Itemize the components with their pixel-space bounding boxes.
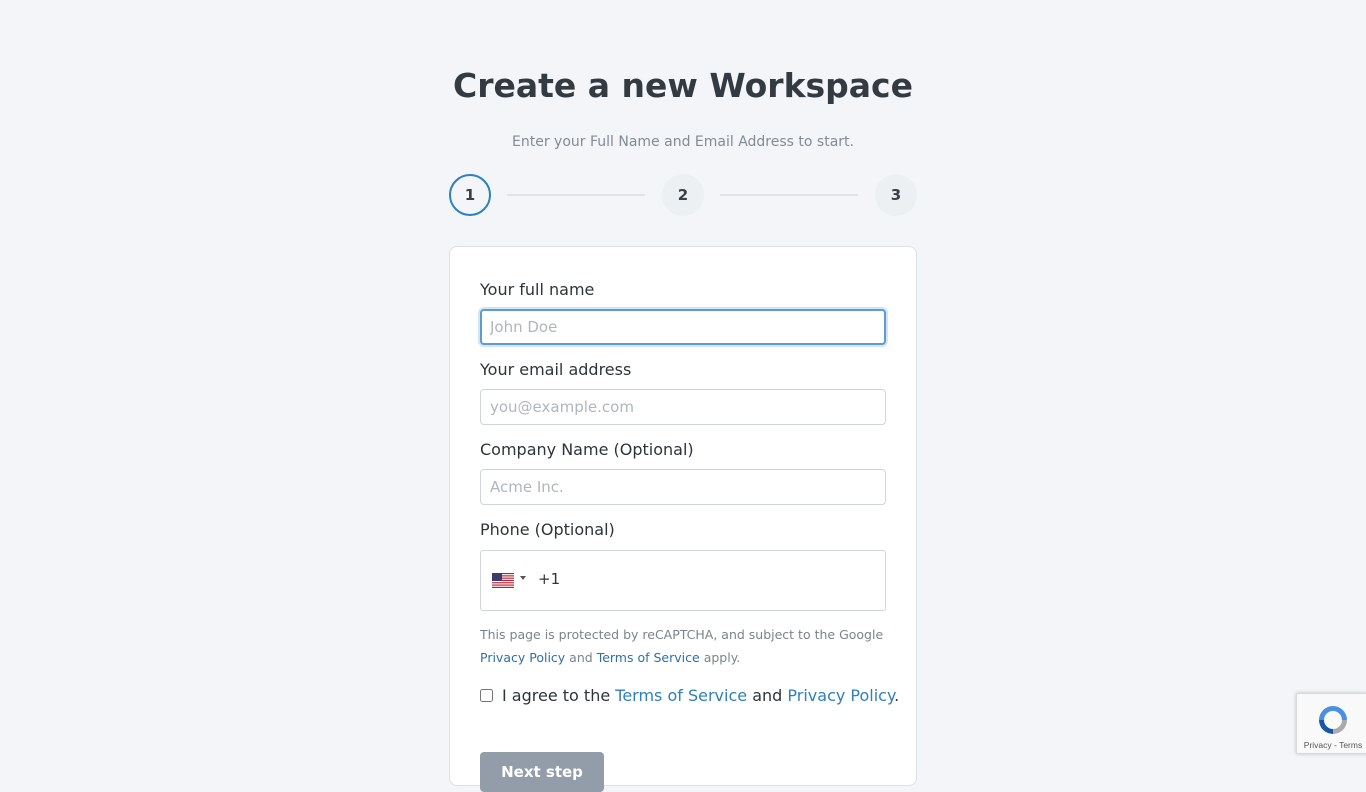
email-input[interactable] bbox=[480, 389, 886, 425]
privacy-policy-link[interactable]: Privacy Policy bbox=[480, 650, 565, 665]
recaptcha-badge[interactable]: Privacy - Terms bbox=[1296, 693, 1366, 754]
recaptcha-notice-text: This page is protected by reCAPTCHA, and… bbox=[480, 627, 884, 642]
step-2: 2 bbox=[662, 174, 704, 216]
recaptcha-icon bbox=[1319, 706, 1347, 734]
agree-checkbox[interactable] bbox=[480, 689, 493, 702]
page-subtitle: Enter your Full Name and Email Address t… bbox=[512, 134, 854, 150]
recaptcha-notice-suffix: apply. bbox=[703, 650, 741, 665]
step-connector bbox=[507, 194, 645, 196]
step-connector bbox=[720, 194, 858, 196]
next-step-button[interactable]: Next step bbox=[480, 752, 604, 792]
email-label: Your email address bbox=[480, 360, 632, 379]
phone-input[interactable]: +1 bbox=[480, 550, 886, 611]
page-title: Create a new Workspace bbox=[453, 66, 913, 105]
us-flag-icon[interactable] bbox=[492, 573, 514, 588]
agree-privacy-link[interactable]: Privacy Policy bbox=[787, 686, 894, 705]
step-3: 3 bbox=[875, 174, 917, 216]
company-input[interactable] bbox=[480, 469, 886, 505]
full-name-input[interactable] bbox=[480, 309, 886, 345]
agree-prefix: I agree to the bbox=[502, 686, 611, 705]
stepper: 1 2 3 bbox=[449, 174, 917, 216]
agree-suffix: . bbox=[894, 686, 900, 705]
chevron-down-icon[interactable] bbox=[520, 576, 526, 580]
terms-of-service-link[interactable]: Terms of Service bbox=[597, 650, 700, 665]
full-name-label: Your full name bbox=[480, 280, 595, 299]
agree-text: I agree to the Terms of Service and Priv… bbox=[502, 686, 899, 705]
signup-card: Your full name Your email address Compan… bbox=[449, 246, 917, 792]
step-1: 1 bbox=[449, 174, 491, 216]
agree-terms-link[interactable]: Terms of Service bbox=[615, 686, 747, 705]
dial-code[interactable]: +1 bbox=[538, 570, 560, 588]
recaptcha-notice: This page is protected by reCAPTCHA, and… bbox=[480, 623, 890, 669]
phone-label: Phone (Optional) bbox=[480, 520, 615, 539]
recaptcha-notice-and: and bbox=[569, 650, 593, 665]
company-label: Company Name (Optional) bbox=[480, 440, 694, 459]
agree-and: and bbox=[752, 686, 783, 705]
recaptcha-links[interactable]: Privacy - Terms bbox=[1297, 740, 1366, 750]
